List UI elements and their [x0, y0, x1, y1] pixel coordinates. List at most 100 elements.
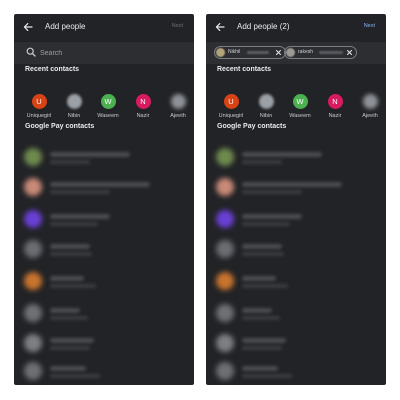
- blurred-detail: [50, 160, 90, 164]
- selected-contacts-bar: Nikhil rakesh: [206, 42, 386, 64]
- avatar: [258, 94, 274, 109]
- avatar: [216, 148, 234, 166]
- contact-row[interactable]: [14, 204, 194, 234]
- contact-row[interactable]: [206, 172, 386, 202]
- avatar: [216, 178, 234, 196]
- blurred-name: [242, 338, 286, 343]
- recent-contact[interactable]: N Nazir: [320, 94, 350, 119]
- next-button[interactable]: Next: [172, 23, 183, 29]
- avatar: [170, 94, 186, 109]
- blurred-surname: [319, 51, 343, 54]
- blurred-name: [242, 244, 282, 249]
- recent-contacts-heading: Recent contacts: [25, 66, 80, 73]
- contact-row[interactable]: [14, 172, 194, 202]
- avatar: [24, 240, 42, 258]
- blurred-surname: [247, 51, 269, 54]
- blurred-name: [50, 214, 110, 219]
- blurred-name: [242, 276, 276, 281]
- blurred-name: [50, 152, 130, 157]
- blurred-name: [50, 366, 86, 371]
- contact-row[interactable]: [206, 298, 386, 328]
- contact-name: Nibin: [67, 113, 81, 119]
- contact-row[interactable]: [14, 266, 194, 296]
- close-icon[interactable]: [346, 49, 353, 56]
- blurred-name: [242, 182, 342, 187]
- avatar: [216, 272, 234, 290]
- search-bar[interactable]: [14, 42, 194, 64]
- avatar: [24, 272, 42, 290]
- avatar: U: [223, 94, 239, 109]
- contact-name: Uniquegirl: [26, 113, 52, 119]
- blurred-detail: [50, 252, 92, 256]
- avatar: [216, 240, 234, 258]
- blurred-detail: [50, 284, 96, 288]
- blurred-detail: [242, 252, 284, 256]
- add-people-screen: Add people Next Recent contacts U Unique…: [14, 14, 194, 385]
- recent-contact[interactable]: Nibin: [251, 94, 281, 119]
- contact-row[interactable]: [14, 142, 194, 172]
- contact-row[interactable]: [206, 266, 386, 296]
- avatar: [66, 94, 82, 109]
- next-button[interactable]: Next: [364, 23, 375, 29]
- blurred-name: [50, 182, 150, 187]
- contact-name: Uniquegirl: [218, 113, 244, 119]
- contact-row[interactable]: [206, 234, 386, 264]
- blurred-detail: [242, 190, 302, 194]
- add-people-screen-selected: Add people (2) Next Nikhil rakesh Recent…: [206, 14, 386, 385]
- recent-contact[interactable]: Ajeeth: [355, 94, 385, 119]
- avatar: [24, 148, 42, 166]
- page-title: Add people (2): [237, 22, 290, 31]
- search-icon: [26, 47, 36, 57]
- contact-row[interactable]: [14, 298, 194, 328]
- contact-name: Nazir: [136, 113, 150, 119]
- contact-name: Ajeeth: [170, 113, 186, 119]
- blurred-name: [50, 308, 80, 313]
- close-icon[interactable]: [275, 49, 282, 56]
- recent-contact[interactable]: U Uniquegirl: [216, 94, 246, 119]
- app-bar: Add people Next: [14, 14, 194, 42]
- contact-name: Ajeeth: [362, 113, 378, 119]
- contact-name: Nazir: [328, 113, 342, 119]
- blurred-detail: [242, 284, 288, 288]
- avatar: [216, 304, 234, 322]
- avatar: [362, 94, 378, 109]
- avatar: U: [31, 94, 47, 109]
- blurred-name: [50, 276, 84, 281]
- blurred-detail: [242, 222, 290, 226]
- contact-row[interactable]: [14, 234, 194, 264]
- contact-row[interactable]: [14, 328, 194, 358]
- recent-contact[interactable]: W Waseem: [93, 94, 123, 119]
- back-arrow-icon[interactable]: [23, 22, 33, 32]
- recent-contact[interactable]: N Nazir: [128, 94, 158, 119]
- contact-name: Nibin: [259, 113, 273, 119]
- avatar: [216, 334, 234, 352]
- contact-row[interactable]: [206, 204, 386, 234]
- recent-contact[interactable]: U Uniquegirl: [24, 94, 54, 119]
- avatar: N: [327, 94, 343, 109]
- chip-avatar: [286, 48, 295, 57]
- blurred-name: [242, 308, 272, 313]
- contact-row[interactable]: [206, 142, 386, 172]
- avatar: N: [135, 94, 151, 109]
- selected-contact-chip[interactable]: rakesh: [284, 46, 357, 59]
- blurred-name: [242, 214, 302, 219]
- recent-contacts: U Uniquegirl Nibin W Waseem N Nazir Ajee…: [206, 94, 386, 124]
- avatar: [24, 210, 42, 228]
- blurred-detail: [242, 346, 282, 350]
- recent-contact[interactable]: W Waseem: [285, 94, 315, 119]
- search-input[interactable]: [40, 46, 180, 60]
- blurred-detail: [50, 222, 98, 226]
- recent-contact[interactable]: Nibin: [59, 94, 89, 119]
- selected-contact-chip[interactable]: Nikhil: [214, 46, 286, 59]
- blurred-detail: [242, 316, 280, 320]
- avatar: [216, 362, 234, 380]
- contact-row[interactable]: [14, 356, 194, 385]
- avatar: W: [292, 94, 308, 109]
- blurred-name: [242, 152, 322, 157]
- contact-row[interactable]: [206, 328, 386, 358]
- blurred-detail: [242, 374, 292, 378]
- recent-contact[interactable]: Ajeeth: [163, 94, 193, 119]
- back-arrow-icon[interactable]: [215, 22, 225, 32]
- avatar: [24, 362, 42, 380]
- contact-row[interactable]: [206, 356, 386, 385]
